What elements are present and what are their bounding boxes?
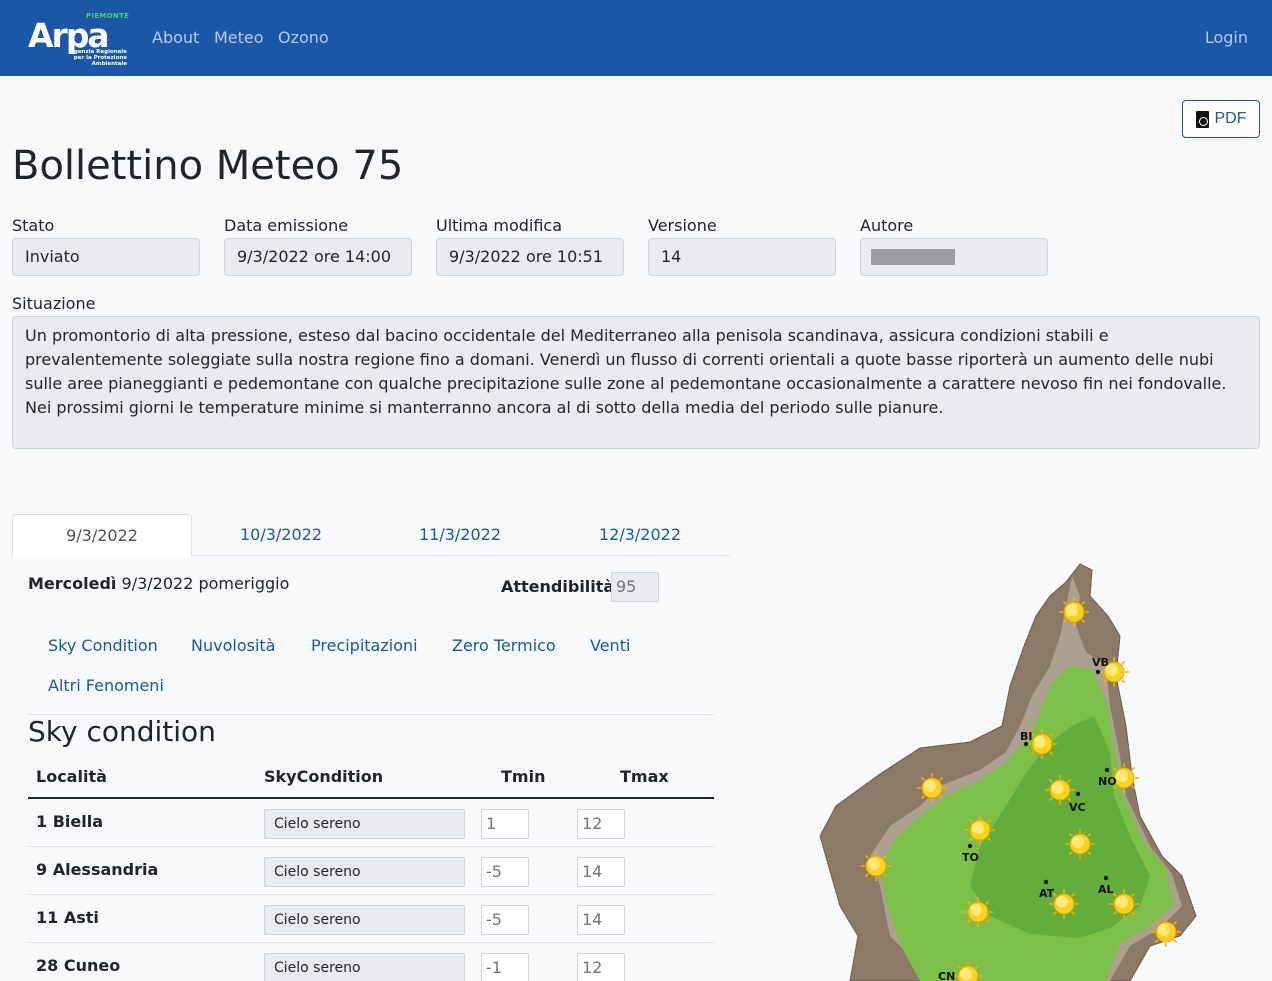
sun-icon xyxy=(962,896,994,928)
map-label-at: AT xyxy=(1039,887,1055,900)
row-sky-select[interactable]: Cielo sereno xyxy=(264,905,465,935)
arpa-logo[interactable]: PIEMONTE Arpa Agenzia Regionale per la P… xyxy=(26,12,130,67)
row-tmin-input[interactable]: 1 xyxy=(481,809,529,839)
ultima-modifica-label: Ultima modifica xyxy=(436,216,563,235)
logo-agency: Agenzia Regionale per la Protezione Ambi… xyxy=(69,49,127,67)
row-tmax-input[interactable]: 12 xyxy=(577,809,625,839)
attendibilita-label: Attendibilità: xyxy=(501,577,621,596)
sun-icon xyxy=(964,814,996,846)
ultima-modifica-field: 9/3/2022 ore 10:51 xyxy=(436,238,624,276)
subtab-venti[interactable]: Venti xyxy=(590,636,630,656)
autore-field xyxy=(860,238,1048,276)
sun-icon xyxy=(860,850,892,882)
versione-field: 14 xyxy=(648,238,836,276)
section-title: Sky condition xyxy=(28,715,216,748)
row-localita: 11 Asti xyxy=(36,908,99,927)
nav-meteo[interactable]: Meteo xyxy=(214,28,264,48)
situazione-label: Situazione xyxy=(12,294,96,313)
day-date: 9/3/2022 pomeriggio xyxy=(121,574,290,593)
page-title: Bollettino Meteo 75 xyxy=(12,143,404,189)
row-tmax-input[interactable]: 14 xyxy=(577,905,625,935)
subtab-altri-fenomeni[interactable]: Altri Fenomeni xyxy=(48,676,164,696)
subtab-sky-condition[interactable]: Sky Condition xyxy=(48,636,158,656)
tab-date-3[interactable]: 11/3/2022 xyxy=(370,514,550,556)
table-row: 9 Alessandria Cielo sereno -5 14 xyxy=(28,847,714,895)
sun-icon xyxy=(916,772,948,804)
table-row: 11 Asti Cielo sereno -5 14 xyxy=(28,895,714,943)
nav-login[interactable]: Login xyxy=(1205,28,1248,48)
map-label-vb: VB xyxy=(1092,656,1109,669)
col-header-tmin: Tmin xyxy=(501,767,546,786)
row-tmin-input[interactable]: -1 xyxy=(481,953,529,981)
pdf-button-label: PDF xyxy=(1214,110,1247,127)
map-label-to: TO xyxy=(962,851,979,864)
row-tmax-input[interactable]: 14 xyxy=(577,857,625,887)
pdf-file-icon xyxy=(1195,110,1209,128)
row-localita: 28 Cuneo xyxy=(36,956,121,975)
col-header-localita: Località xyxy=(36,767,107,786)
row-localita: 9 Alessandria xyxy=(36,860,159,879)
sun-icon xyxy=(1058,596,1090,628)
sun-icon xyxy=(1064,828,1096,860)
redacted-author xyxy=(871,249,955,265)
row-sky-select[interactable]: Cielo sereno xyxy=(264,857,465,887)
col-header-tmax: Tmax xyxy=(620,767,669,786)
map-label-no: NO xyxy=(1098,775,1117,788)
data-emissione-label: Data emissione xyxy=(224,216,349,235)
nav-ozono[interactable]: Ozono xyxy=(278,28,329,48)
col-header-skycondition: SkyCondition xyxy=(264,767,384,786)
row-sky-select[interactable]: Cielo sereno xyxy=(264,953,465,981)
row-localita: 1 Biella xyxy=(36,812,103,831)
situazione-textarea[interactable]: Un promontorio di alta pressione, esteso… xyxy=(12,316,1260,449)
tab-date-1[interactable]: 9/3/2022 xyxy=(12,514,192,557)
versione-label: Versione xyxy=(648,216,717,235)
day-weekday: Mercoledì xyxy=(28,574,117,593)
nav-about[interactable]: About xyxy=(152,28,199,48)
map-label-al: AL xyxy=(1098,883,1114,896)
pdf-button[interactable]: PDF xyxy=(1182,100,1260,138)
stato-field: Inviato xyxy=(12,238,200,276)
tab-date-2[interactable]: 10/3/2022 xyxy=(191,514,371,556)
piemonte-map: VB BI NO VC TO AT AL CN xyxy=(819,563,1197,981)
attendibilita-field[interactable]: 95 xyxy=(611,572,659,602)
map-label-cn: CN xyxy=(938,970,955,981)
row-sky-select[interactable]: Cielo sereno xyxy=(264,809,465,839)
autore-label: Autore xyxy=(860,216,914,235)
subtab-precipitazioni[interactable]: Precipitazioni xyxy=(311,636,418,656)
stato-label: Stato xyxy=(12,216,55,235)
table-row: 28 Cuneo Cielo sereno -1 12 xyxy=(28,943,714,981)
date-tabs: 9/3/2022 10/3/2022 11/3/2022 12/3/2022 xyxy=(12,514,730,557)
table-row: 1 Biella Cielo sereno 1 12 xyxy=(28,799,714,847)
sun-icon xyxy=(1150,916,1182,948)
map-label-vc: VC xyxy=(1069,801,1086,814)
tab-date-4[interactable]: 12/3/2022 xyxy=(550,514,730,556)
row-tmin-input[interactable]: -5 xyxy=(481,857,529,887)
data-emissione-field: 9/3/2022 ore 14:00 xyxy=(224,238,412,276)
row-tmax-input[interactable]: 12 xyxy=(577,953,625,981)
row-tmin-input[interactable]: -5 xyxy=(481,905,529,935)
day-heading: Mercoledì 9/3/2022 pomeriggio xyxy=(28,574,289,594)
subtab-nuvolosita[interactable]: Nuvolosità xyxy=(191,636,275,656)
navbar: PIEMONTE Arpa Agenzia Regionale per la P… xyxy=(0,0,1272,76)
map-label-bi: BI xyxy=(1020,730,1032,743)
subtab-zero-termico[interactable]: Zero Termico xyxy=(452,636,556,656)
